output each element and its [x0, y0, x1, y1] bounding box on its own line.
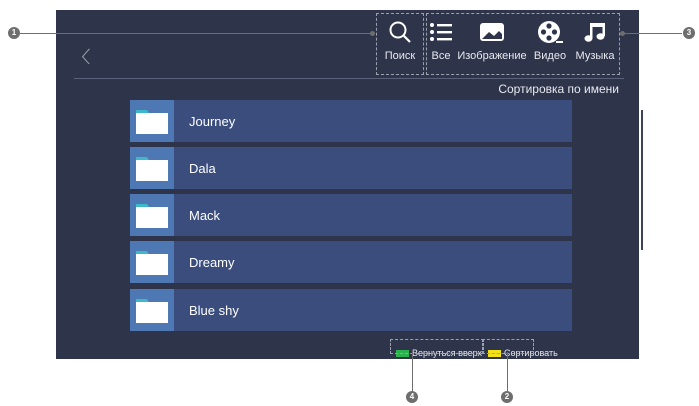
folder-icon [136, 157, 168, 181]
tabs-highlight-box [426, 13, 620, 75]
list-item[interactable]: Dala [130, 147, 572, 189]
folder-tile [130, 147, 174, 189]
callout-1-leader [20, 33, 372, 34]
sort-highlight-box [482, 339, 534, 354]
callout-3: 3 [683, 27, 695, 39]
callout-4-leader [412, 352, 413, 392]
callout-3-leader [622, 33, 682, 34]
callout-1: 1 [8, 27, 20, 39]
folder-icon [136, 299, 168, 323]
list-item[interactable]: Blue shy [130, 289, 572, 331]
folder-name: Mack [189, 208, 221, 223]
folder-tile [130, 289, 174, 331]
folder-icon [136, 204, 168, 228]
folder-name: Dala [189, 161, 216, 176]
folder-tile [130, 241, 174, 283]
folder-name: Blue shy [189, 303, 239, 318]
list-item[interactable]: Journey [130, 100, 572, 142]
callout-2-leader [507, 352, 508, 392]
header-divider [74, 78, 624, 79]
callout-3-anchor [620, 31, 625, 36]
folder-tile [130, 100, 174, 142]
folder-name: Journey [189, 114, 236, 129]
sort-status: Сортировка по имени [498, 82, 619, 96]
back-to-top-highlight-box [390, 339, 484, 354]
back-arrow-icon[interactable] [80, 44, 92, 64]
list-item[interactable]: Dreamy [130, 241, 572, 283]
folder-icon [136, 251, 168, 275]
folder-name: Dreamy [189, 255, 235, 270]
folder-icon [136, 110, 168, 134]
search-highlight-box [376, 13, 424, 75]
list-item[interactable]: Mack [130, 194, 572, 236]
callout-2: 2 [501, 391, 513, 403]
folder-tile [130, 194, 174, 236]
callout-4: 4 [406, 391, 418, 403]
callout-1-anchor [370, 31, 375, 36]
scrollbar[interactable] [641, 110, 643, 250]
